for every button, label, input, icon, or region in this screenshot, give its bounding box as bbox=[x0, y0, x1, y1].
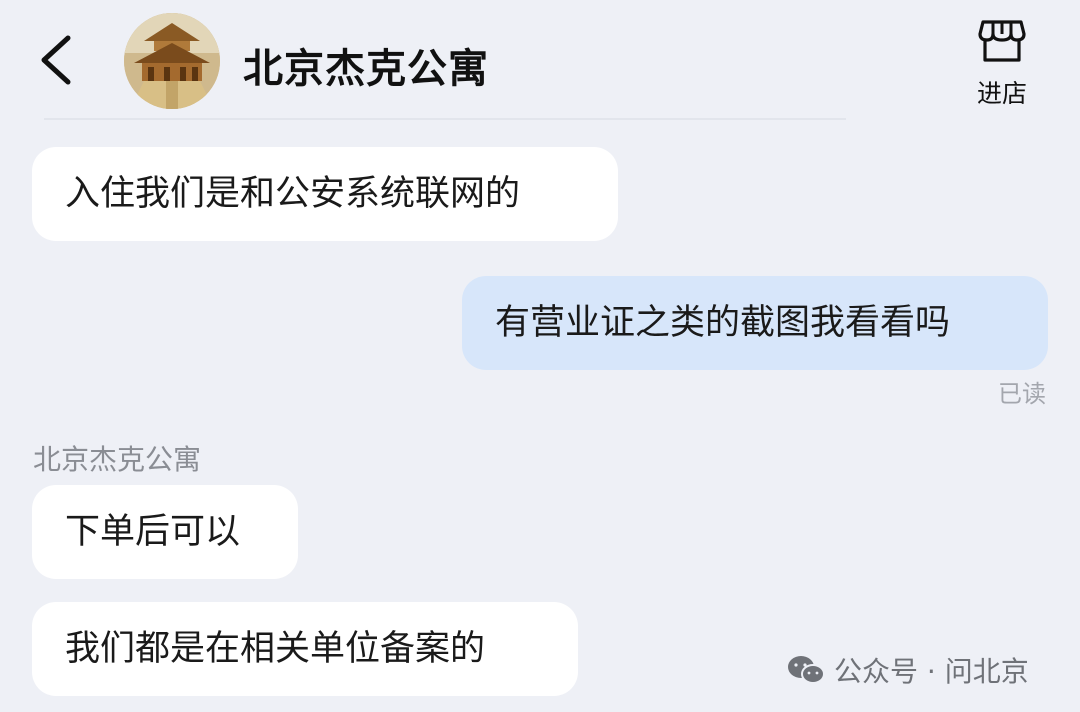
watermark: 公众号 · 问北京 bbox=[786, 650, 1029, 690]
wechat-icon bbox=[788, 656, 825, 684]
enter-store-label: 进店 bbox=[976, 79, 1027, 108]
incoming-message[interactable]: 下单后可以 bbox=[32, 485, 298, 579]
chat-screen: 北京杰克公寓 进店 入住我们是和公安系统联网的 有营业证之类的截图我看看吗 已读… bbox=[0, 0, 1080, 712]
incoming-message[interactable]: 入住我们是和公安系统联网的 bbox=[32, 147, 618, 241]
enter-store-button[interactable]: 进店 bbox=[966, 16, 1038, 108]
chat-header: 北京杰克公寓 进店 bbox=[0, 0, 1080, 120]
read-status: 已读 bbox=[998, 380, 1046, 408]
back-button[interactable] bbox=[30, 30, 86, 90]
palace-avatar bbox=[124, 13, 220, 109]
chevron-left-icon bbox=[41, 35, 71, 85]
outgoing-message[interactable]: 有营业证之类的截图我看看吗 bbox=[462, 276, 1048, 370]
sender-name: 北京杰克公寓 bbox=[33, 443, 202, 476]
incoming-message[interactable]: 我们都是在相关单位备案的 bbox=[32, 602, 578, 696]
header-divider bbox=[44, 118, 846, 120]
chat-title: 北京杰克公寓 bbox=[243, 46, 489, 92]
storefront-icon bbox=[978, 20, 1026, 62]
shop-avatar[interactable] bbox=[124, 13, 220, 109]
watermark-text: 公众号 · 问北京 bbox=[834, 655, 1029, 688]
